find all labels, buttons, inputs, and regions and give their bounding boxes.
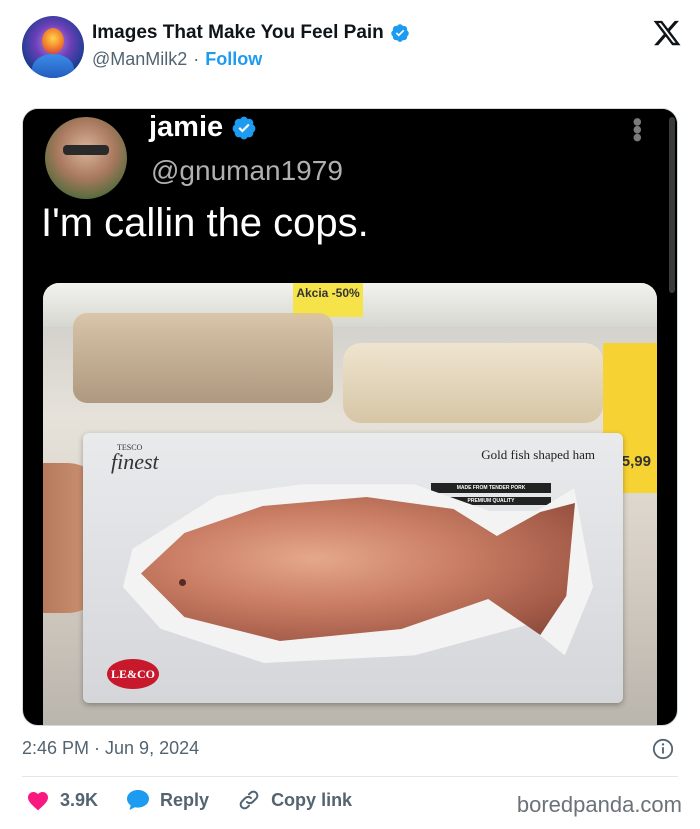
package-logo: LE&CO [107, 659, 159, 689]
ham-package: TESCO finest Gold fish shaped ham MADE F… [83, 433, 623, 703]
embedded-name: jamie [149, 111, 224, 143]
embedded-tweet-text: I'm callin the cops. [41, 201, 369, 245]
link-icon [239, 790, 259, 810]
account-handle-row: @ManMilk2 · Follow [92, 49, 262, 70]
handle-separator: · [193, 49, 200, 69]
package-strip-label: MADE FROM TENDER PORK [431, 483, 551, 493]
like-button[interactable]: 3.9K [26, 789, 98, 811]
embedded-handle: @gnuman1979 [151, 155, 343, 186]
heart-icon [28, 792, 48, 811]
product-photo: Akcia -50% 5,99 TESCO finest Gold fish s… [43, 283, 657, 725]
footer-divider [22, 776, 678, 777]
account-avatar[interactable] [22, 16, 84, 78]
reply-button[interactable]: Reply [126, 789, 209, 811]
tweet-media-image[interactable]: jamie @gnuman1979 ••• I'm callin the cop… [22, 108, 678, 726]
screenshot-scrollbar [669, 117, 675, 293]
package-brand: finest [111, 449, 159, 474]
reply-bubble-icon [127, 790, 150, 810]
info-icon[interactable] [652, 738, 674, 760]
avatar-figure-body [32, 54, 74, 78]
ham-fish-eye [179, 579, 186, 586]
embedded-name-row: jamie [149, 111, 257, 144]
package-title: Gold fish shaped ham [481, 447, 595, 462]
follow-button[interactable]: Follow [205, 49, 262, 70]
embedded-avatar [45, 117, 127, 199]
shelf-price-right: 5,99 [621, 453, 651, 470]
verified-badge-icon [391, 24, 409, 42]
background-product-right [343, 343, 603, 423]
copy-link-button[interactable]: Copy link [237, 788, 352, 812]
reply-label: Reply [160, 789, 210, 810]
more-options-icon: ••• [622, 117, 653, 141]
account-name[interactable]: Images That Make You Feel Pain [92, 22, 384, 44]
account-name-row: Images That Make You Feel Pain [92, 22, 410, 44]
verified-badge-icon [232, 116, 256, 139]
account-handle[interactable]: @ManMilk2 [92, 49, 187, 70]
background-product-left [73, 313, 333, 403]
like-count: 3.9K [60, 789, 99, 810]
tweet-timestamp[interactable]: 2:46 PM · Jun 9, 2024 [22, 738, 199, 759]
avatar-sunglasses [63, 145, 109, 155]
avatar-figure-head [42, 28, 64, 54]
shelf-price-tag: Akcia -50% [293, 283, 363, 317]
copy-link-label: Copy link [271, 789, 353, 810]
watermark: boredpanda.com [516, 792, 682, 817]
tweet-header: Images That Make You Feel Pain @ManMilk2… [22, 16, 682, 78]
x-logo-icon[interactable] [652, 18, 682, 48]
tweet-actions: 3.9K Reply Copy link [26, 788, 352, 812]
